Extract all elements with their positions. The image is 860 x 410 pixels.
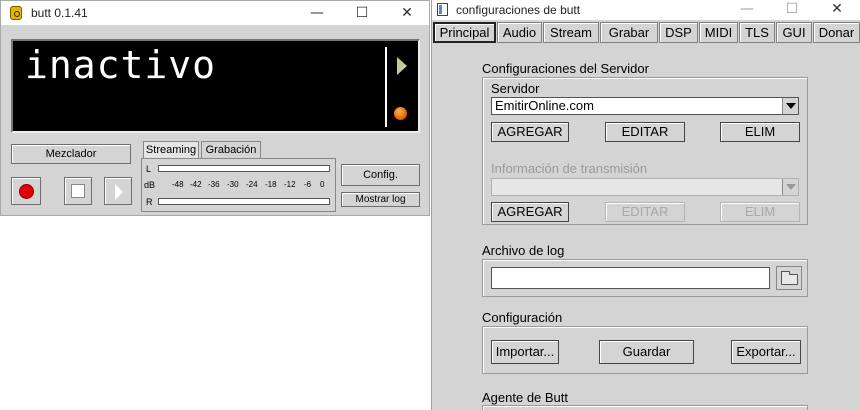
display-arrow-icon[interactable] — [397, 57, 407, 75]
tab-principal[interactable]: Principal — [433, 22, 496, 43]
config-window: configuraciones de butt — ☐ ✕ Principal … — [431, 0, 860, 410]
config-title-bar[interactable]: configuraciones de butt — ☐ ✕ — [432, 0, 860, 20]
save-button[interactable]: Guardar — [599, 340, 694, 364]
vu-right-label: R — [146, 197, 153, 207]
main-window-title: butt 0.1.41 — [31, 6, 88, 20]
status-text: inactivo — [25, 43, 217, 87]
stream-info-label: Información de transmisión — [491, 161, 648, 176]
main-title-bar[interactable]: butt 0.1.41 — ☐ ✕ — [1, 1, 429, 25]
display-divider — [385, 47, 387, 127]
close-button[interactable]: ✕ — [392, 2, 422, 24]
add-server-button[interactable]: AGREGAR — [491, 122, 569, 142]
butt-main-window: butt 0.1.41 — ☐ ✕ inactivo Mezclador Str… — [0, 0, 430, 216]
tab-gui[interactable]: GUI — [776, 22, 812, 43]
close-button[interactable]: ✕ — [822, 0, 852, 20]
vu-tick: -12 — [284, 180, 296, 189]
status-display: inactivo — [11, 39, 420, 133]
agent-title: Agente de Butt — [482, 390, 569, 405]
tab-streaming[interactable]: Streaming — [143, 141, 199, 158]
status-led-icon — [394, 107, 407, 120]
folder-icon — [781, 271, 798, 285]
configuration-title: Configuración — [482, 310, 563, 325]
tab-tls[interactable]: TLS — [739, 22, 775, 43]
import-button[interactable]: Importar... — [491, 340, 559, 364]
chevron-down-icon[interactable] — [782, 179, 798, 195]
server-select[interactable]: EmitirOnline.com — [491, 97, 799, 115]
server-settings-title: Configuraciones del Servidor — [482, 61, 649, 76]
config-button[interactable]: Config. — [341, 164, 420, 186]
record-button[interactable] — [11, 177, 41, 205]
tab-audio[interactable]: Audio — [497, 22, 542, 43]
stream-info-select[interactable] — [491, 178, 799, 196]
config-window-title: configuraciones de butt — [456, 3, 581, 17]
vu-left-bar — [158, 165, 330, 172]
vu-right-bar — [158, 198, 330, 205]
add-stream-info-button[interactable]: AGREGAR — [491, 202, 569, 222]
tab-stream[interactable]: Stream — [543, 22, 599, 43]
edit-stream-info-button[interactable]: EDITAR — [605, 202, 685, 222]
tab-dsp[interactable]: DSP — [659, 22, 698, 43]
minimize-button[interactable]: — — [302, 2, 332, 24]
vu-tick: -6 — [304, 180, 312, 189]
maximize-button[interactable]: ☐ — [777, 0, 807, 20]
vu-db-label: dB — [144, 180, 156, 190]
tab-midi[interactable]: MIDI — [699, 22, 738, 43]
tab-donar[interactable]: Donar — [813, 22, 860, 43]
agent-group — [482, 405, 808, 410]
vu-tick: -36 — [208, 180, 220, 189]
vu-tick: -18 — [265, 180, 277, 189]
play-icon — [115, 184, 123, 200]
browse-log-button[interactable] — [776, 266, 802, 290]
configuration-group: Importar... Guardar Exportar... — [482, 326, 808, 374]
log-file-input[interactable] — [491, 267, 770, 289]
vu-tick: -30 — [227, 180, 239, 189]
vu-left-label: L — [146, 164, 152, 174]
mixer-button[interactable]: Mezclador — [11, 144, 131, 164]
play-button[interactable] — [104, 177, 132, 205]
delete-server-button[interactable]: ELIM — [720, 122, 800, 142]
window-icon — [437, 3, 448, 16]
tab-recording[interactable]: Grabación — [201, 141, 261, 158]
delete-stream-info-button[interactable]: ELIM — [720, 202, 800, 222]
vu-tick: 0 — [320, 180, 325, 189]
butt-logo-icon — [10, 6, 22, 20]
log-file-title: Archivo de log — [482, 243, 565, 258]
server-select-value: EmitirOnline.com — [495, 98, 594, 113]
vu-tick: -24 — [246, 180, 258, 189]
edit-server-button[interactable]: EDITAR — [605, 122, 685, 142]
record-icon — [19, 184, 34, 199]
minimize-button[interactable]: — — [732, 0, 762, 20]
settings-tabs: Principal Audio Stream Grabar DSP MIDI T… — [432, 22, 860, 43]
tab-grabar[interactable]: Grabar — [600, 22, 658, 43]
log-file-group — [482, 259, 808, 297]
server-label: Servidor — [491, 81, 540, 96]
chevron-down-icon[interactable] — [782, 98, 798, 114]
show-log-button[interactable]: Mostrar log — [341, 192, 420, 207]
maximize-button[interactable]: ☐ — [347, 2, 377, 24]
export-button[interactable]: Exportar... — [731, 340, 801, 364]
vu-tick: -42 — [190, 180, 202, 189]
server-settings-group: Servidor EmitirOnline.com AGREGAR EDITAR… — [482, 77, 808, 225]
vu-meter: L dB -48 -42 -36 -30 -24 -18 -12 -6 0 R — [141, 158, 336, 212]
vu-tick: -48 — [172, 180, 184, 189]
stop-button[interactable] — [64, 177, 92, 205]
stop-icon — [71, 184, 85, 198]
